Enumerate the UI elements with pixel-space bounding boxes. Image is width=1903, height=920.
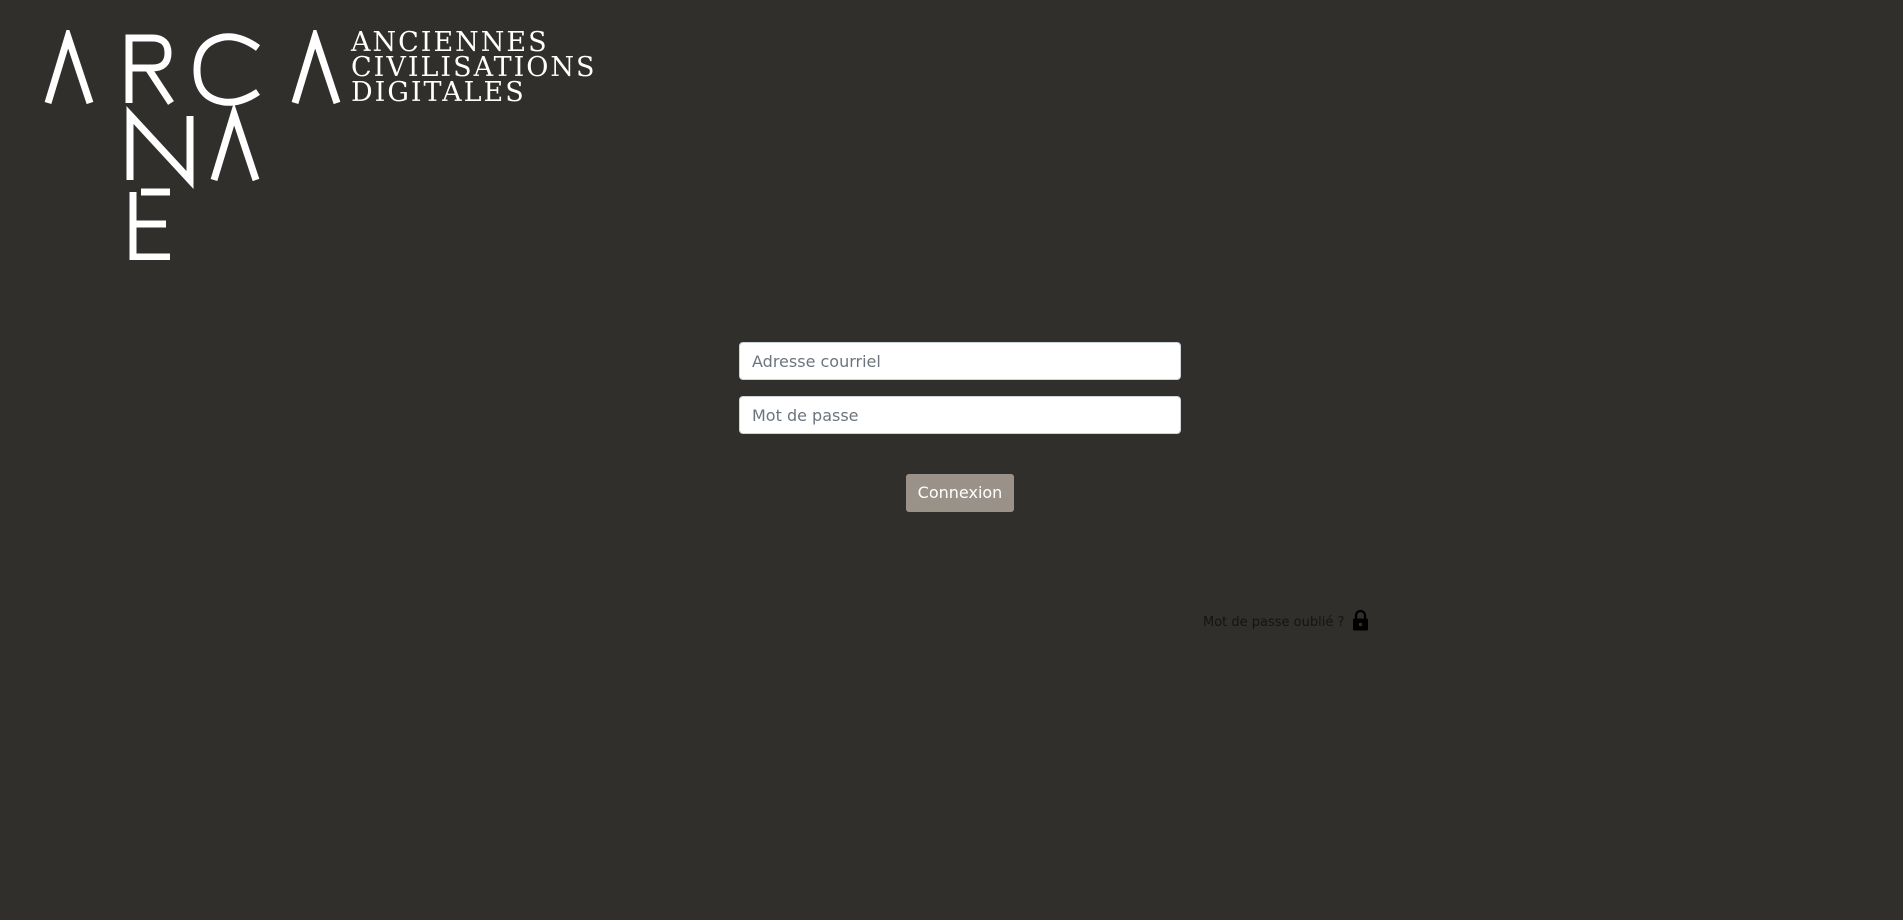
login-page: ANCIENNES CIVILISATIONS DIGITALES Connex… — [0, 0, 1903, 920]
tagline-line-3: DIGITALES — [351, 77, 526, 108]
forgot-password-label: Mot de passe oublié ? — [1203, 615, 1345, 630]
email-field[interactable] — [739, 342, 1181, 380]
logo-tagline: ANCIENNES CIVILISATIONS DIGITALES — [351, 29, 597, 108]
submit-row: Connexion — [739, 474, 1181, 512]
forgot-password-link[interactable]: Mot de passe oublié ? — [1203, 609, 1369, 636]
login-button[interactable]: Connexion — [905, 474, 1015, 512]
arcanae-wordmark — [44, 30, 341, 260]
lock-icon — [1352, 609, 1369, 636]
login-form: Connexion — [739, 342, 1181, 512]
password-field[interactable] — [739, 396, 1181, 434]
